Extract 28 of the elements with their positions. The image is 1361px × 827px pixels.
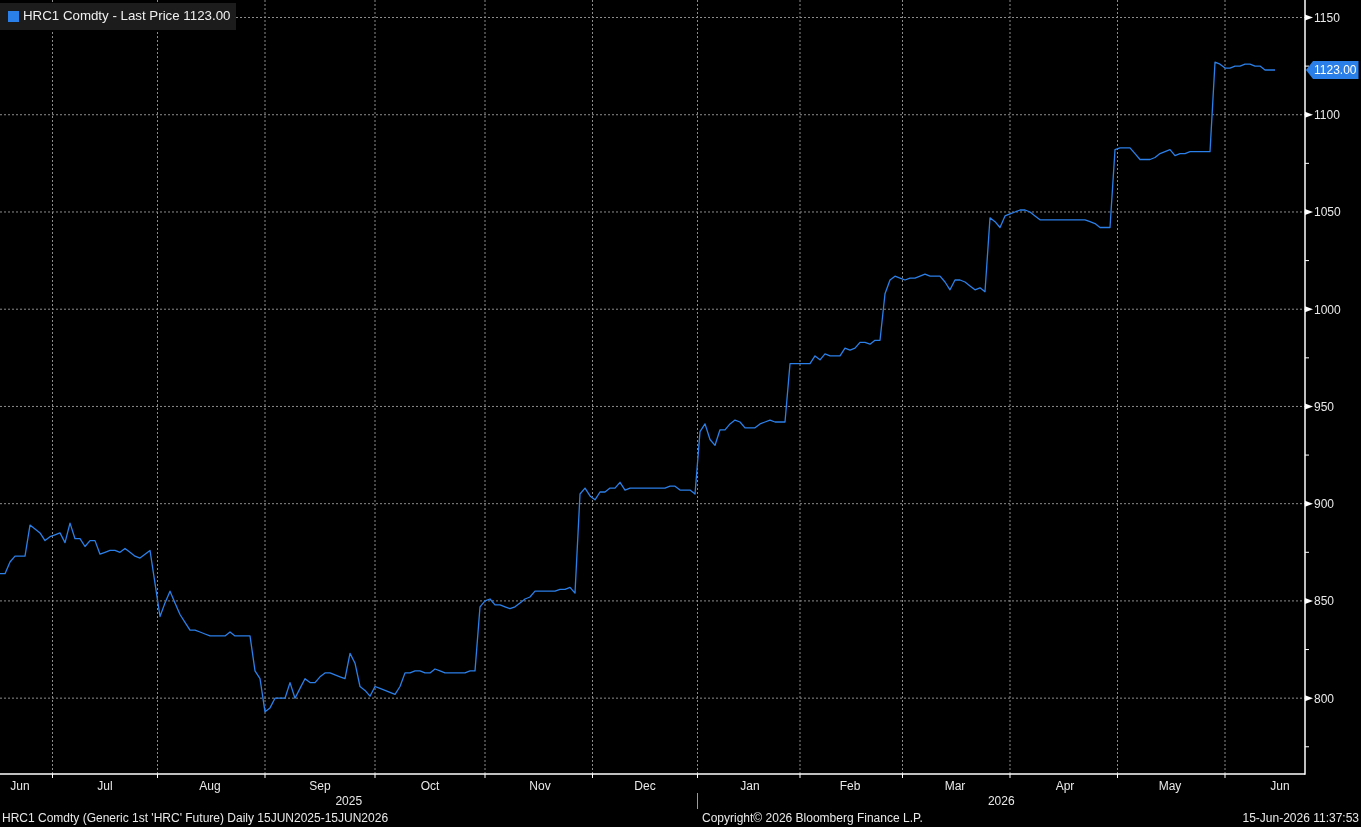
- month-label: Nov: [529, 779, 551, 793]
- month-label: Apr: [1055, 779, 1075, 793]
- month-label: Jan: [740, 779, 760, 793]
- y-axis-label: 1100: [1314, 108, 1340, 123]
- y-axis-label: 1050: [1314, 205, 1341, 220]
- month-label: Mar: [944, 779, 966, 793]
- month-label: Jun: [1270, 779, 1290, 793]
- y-axis-label: 900: [1314, 497, 1335, 512]
- month-label: Dec: [634, 779, 656, 793]
- y-axis-label: 950: [1314, 399, 1335, 414]
- y-axis-label: 1150: [1314, 11, 1340, 25]
- chart-description: HRC1 Comdty (Generic 1st 'HRC' Future) Daily 15JUN2025-15JUN2026: [2, 810, 390, 827]
- month-label: May: [1158, 779, 1182, 793]
- month-label: Oct: [420, 779, 440, 793]
- y-axis-label: 800: [1314, 691, 1335, 706]
- y-axis-label: 1000: [1314, 302, 1341, 317]
- month-label: Feb: [839, 779, 861, 793]
- month-label: Aug: [199, 779, 221, 793]
- month-label: Sep: [309, 779, 331, 793]
- last-price-tag: 1123.00: [1306, 61, 1359, 79]
- month-label: Jun: [10, 779, 30, 793]
- year-label: 2025: [335, 794, 363, 808]
- y-axis-label: 850: [1314, 594, 1335, 609]
- month-label: Jul: [97, 779, 113, 793]
- legend-label: HRC1 Comdty - Last Price 1123.00: [23, 8, 231, 24]
- year-label: 2026: [987, 794, 1015, 808]
- copyright-notice: Copyright© 2026 Bloomberg Finance L.P.: [702, 810, 924, 827]
- timestamp: 15-Jun-2026 11:37:53: [1242, 810, 1359, 827]
